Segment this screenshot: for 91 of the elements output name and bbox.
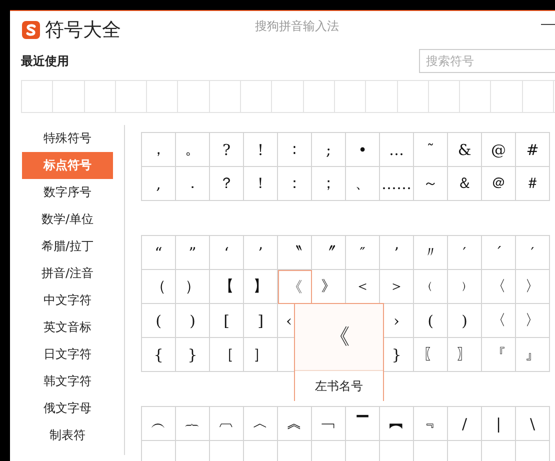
window-title: 符号大全: [45, 18, 121, 42]
symbol-cell[interactable]: ”: [176, 236, 210, 270]
symbol-cell[interactable]: ,: [142, 167, 176, 201]
symbol-cell[interactable]: （: [142, 270, 176, 304]
symbol-cell[interactable]: ﹚: [448, 270, 482, 304]
symbol-cell[interactable]: …: [380, 133, 414, 167]
symbol-cell[interactable]: ……: [380, 167, 414, 201]
symbol-cell[interactable]: 〗: [448, 338, 482, 372]
symbol-cell[interactable]: (: [414, 304, 448, 338]
category-item[interactable]: 日文字符: [22, 341, 113, 368]
symbol-cell[interactable]: ＃: [516, 167, 550, 201]
symbol-cell[interactable]: 、: [346, 167, 380, 201]
symbol-cell[interactable]: ): [448, 304, 482, 338]
symbol-cell[interactable]: 〉: [516, 304, 550, 338]
category-item[interactable]: 希腊/拉丁: [22, 233, 113, 260]
category-item[interactable]: 中文字符: [22, 287, 113, 314]
category-item[interactable]: 俄文字母: [22, 395, 113, 422]
symbol-cell[interactable]: |: [482, 407, 516, 441]
section-title: 最近使用: [21, 52, 69, 70]
symbol-cell[interactable]: 。: [176, 133, 210, 167]
logo-icon: [21, 20, 41, 40]
symbol-cell[interactable]: ；: [312, 167, 346, 201]
symbol-cell[interactable]: 』: [516, 338, 550, 372]
category-item[interactable]: 数学/单位: [22, 206, 113, 233]
category-item[interactable]: 特殊符号: [22, 125, 113, 152]
symbol-cell[interactable]: ？: [210, 167, 244, 201]
symbol-cell[interactable]: }: [176, 338, 210, 372]
symbol-cell[interactable]: ]: [244, 304, 278, 338]
category-item[interactable]: 韩文字符: [22, 368, 113, 395]
symbol-cell[interactable]: ＆: [448, 167, 482, 201]
symbol-cell[interactable]: 〝: [278, 236, 312, 270]
symbol-cell[interactable]: @: [482, 133, 516, 167]
symbol-cell[interactable]: ˜: [414, 133, 448, 167]
category-item[interactable]: 制表符: [22, 422, 113, 449]
symbol-cell[interactable]: ：: [278, 167, 312, 201]
symbol-cell[interactable]: ［: [210, 338, 244, 372]
symbol-cell[interactable]: 〈: [482, 304, 516, 338]
symbol-cell[interactable]: ！: [244, 167, 278, 201]
symbol-cell[interactable]: #: [516, 133, 550, 167]
symbol-cell[interactable]: 『: [482, 338, 516, 372]
symbol-cell[interactable]: ′: [516, 236, 550, 270]
symbol-cell[interactable]: \: [516, 407, 550, 441]
symbol-cell[interactable]: ︻: [380, 407, 414, 441]
symbol-cell[interactable]: &: [448, 133, 482, 167]
category-item[interactable]: 数字序号: [22, 179, 113, 206]
symbol-cell[interactable]: {: [142, 338, 176, 372]
symbol-cell[interactable]: ‘: [210, 236, 244, 270]
symbol-cell[interactable]: ）: [176, 270, 210, 304]
symbol-cell[interactable]: ´: [482, 236, 516, 270]
symbol-cell[interactable]: ︷: [176, 407, 210, 441]
category-item[interactable]: 拼音/注音: [22, 260, 113, 287]
category-item[interactable]: 英文音标: [22, 314, 113, 341]
symbol-cell[interactable]: •: [346, 133, 380, 167]
symbol-cell[interactable]: 〈: [482, 270, 516, 304]
symbol-cell[interactable]: 〞: [312, 236, 346, 270]
symbol-cell[interactable]: ?: [210, 133, 244, 167]
app-name: 搜狗拼音输入法: [255, 18, 339, 35]
symbol-cell[interactable]: [: [210, 304, 244, 338]
symbol-cell[interactable]: ▔: [346, 407, 380, 441]
symbol-cell[interactable]: ︵: [142, 407, 176, 441]
symbol-cell[interactable]: ，: [142, 133, 176, 167]
symbol-cell[interactable]: ﹁: [312, 407, 346, 441]
symbol-cell[interactable]: ﹙: [414, 270, 448, 304]
symbol-cell[interactable]: 【: [210, 270, 244, 304]
minimize-button[interactable]: —: [537, 15, 555, 31]
symbol-cell[interactable]: /: [448, 407, 482, 441]
symbol-cell[interactable]: 〉: [516, 270, 550, 304]
preview-symbol: 《: [295, 304, 383, 371]
symbol-cell[interactable]: ’: [244, 236, 278, 270]
symbol-name: 左书名号: [314, 378, 364, 395]
symbol-cell[interactable]: !: [244, 133, 278, 167]
search-field[interactable]: 搜索符号: [419, 49, 555, 73]
symbol-cell[interactable]: ～: [414, 167, 448, 201]
symbol-cell[interactable]: ．: [176, 167, 210, 201]
symbol-cell[interactable]: ］: [244, 338, 278, 372]
symbol-cell[interactable]: ﹃: [414, 407, 448, 441]
symbol-cell[interactable]: ″: [346, 236, 380, 270]
symbol-cell[interactable]: “: [142, 236, 176, 270]
symbol-cell[interactable]: ︹: [210, 407, 244, 441]
symbol-cell[interactable]: 】: [244, 270, 278, 304]
symbol-cell[interactable]: ︿: [244, 407, 278, 441]
symbol-cell[interactable]: ’: [380, 236, 414, 270]
symbol-cell[interactable]: ︽: [278, 407, 312, 441]
symbol-cell[interactable]: ′: [448, 236, 482, 270]
symbol-cell[interactable]: ＠: [482, 167, 516, 201]
symbol-cell[interactable]: (: [142, 304, 176, 338]
symbol-cell[interactable]: ∶: [278, 133, 312, 167]
symbol-cell[interactable]: 〃: [414, 236, 448, 270]
symbol-cell[interactable]: ): [176, 304, 210, 338]
symbol-cell[interactable]: 〖: [414, 338, 448, 372]
symbol-cell[interactable]: ;: [312, 133, 346, 167]
